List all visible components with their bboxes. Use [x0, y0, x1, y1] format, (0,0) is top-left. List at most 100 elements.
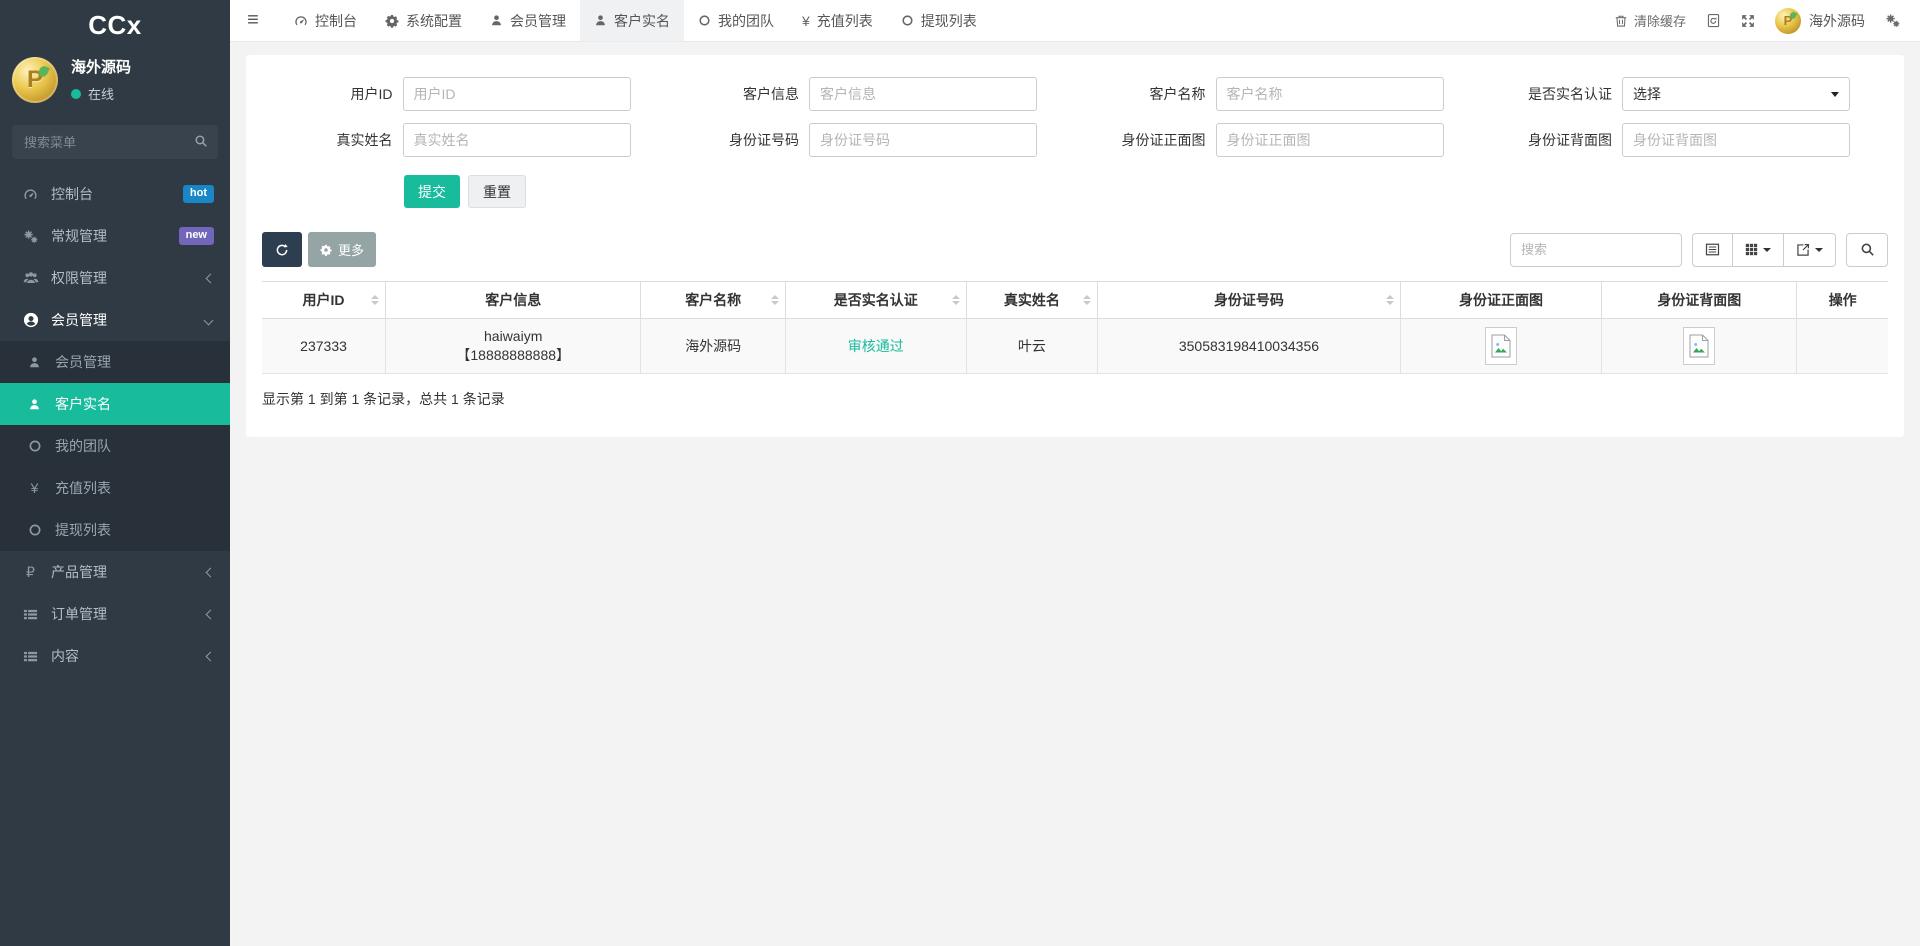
tab-member-management[interactable]: 会员管理 [476, 0, 580, 41]
submit-button[interactable]: 提交 [404, 175, 460, 208]
yen-icon: ¥ [802, 13, 810, 29]
sidebar-item-member-list[interactable]: 会员管理 [0, 341, 230, 383]
more-button[interactable]: 更多 [308, 232, 376, 267]
col-label: 操作 [1829, 292, 1857, 308]
col-real-name[interactable]: 真实姓名 [966, 282, 1098, 319]
data-table: 用户ID 客户信息 客户名称 是否实名认证 真实姓名 身份证号码 身份证正面图 … [262, 281, 1888, 374]
gears-icon [22, 229, 39, 244]
tab-recharge-list[interactable]: ¥ 充值列表 [788, 0, 887, 41]
user-menu[interactable]: 海外源码 [1775, 8, 1865, 34]
tab-label: 客户实名 [614, 11, 670, 31]
field-label: 身份证号码 [669, 130, 810, 150]
sidebar-item-member-management[interactable]: 会员管理 [0, 299, 230, 341]
cell-customer-info: haiwaiym 【18888888888】 [386, 319, 641, 374]
avatar [12, 57, 58, 103]
customer-name-input[interactable] [1216, 77, 1444, 111]
customer-phone: 【18888888888】 [392, 346, 634, 365]
topbar-tabs: 控制台 系统配置 会员管理 客户实名 我的团队 [280, 0, 991, 41]
gauge-icon [22, 187, 39, 202]
col-label: 真实姓名 [1004, 292, 1060, 308]
online-status: 在线 [71, 84, 131, 103]
sidebar-item-label: 产品管理 [51, 562, 107, 582]
grid-icon [1745, 243, 1758, 256]
more-label: 更多 [338, 240, 364, 259]
sidebar-search-input[interactable] [12, 125, 218, 159]
tab-my-team[interactable]: 我的团队 [684, 0, 788, 41]
list-icon [22, 607, 39, 622]
search-icon [1860, 242, 1875, 257]
sidebar-item-permission-management[interactable]: 权限管理 [0, 257, 230, 299]
user-icon [594, 14, 607, 27]
sidebar-item-customer-realname[interactable]: 客户实名 [0, 383, 230, 425]
export-button[interactable] [1784, 233, 1836, 267]
chevron-left-icon [206, 609, 216, 619]
tab-customer-realname[interactable]: 客户实名 [580, 0, 684, 41]
fullscreen-button[interactable] [1741, 14, 1755, 28]
circle-icon [26, 523, 43, 537]
tab-dashboard[interactable]: 控制台 [280, 0, 371, 41]
detail-view-button[interactable] [1692, 233, 1733, 267]
sidebar-item-dashboard[interactable]: 控制台 hot [0, 173, 230, 215]
sidebar-toggle-button[interactable]: ≡ [230, 0, 276, 41]
cell-verify-status: 审核通过 [786, 319, 966, 374]
page-refresh-icon [1706, 13, 1721, 28]
col-realname-verified[interactable]: 是否实名认证 [786, 282, 966, 319]
page-content: 用户ID 客户信息 客户名称 是否实名认证 [230, 42, 1920, 437]
tab-system-config[interactable]: 系统配置 [371, 0, 476, 41]
settings-button[interactable] [1885, 13, 1900, 28]
col-customer-name[interactable]: 客户名称 [641, 282, 786, 319]
field-label: 身份证背面图 [1482, 130, 1623, 150]
columns-button[interactable] [1733, 233, 1784, 267]
gear-icon [320, 244, 332, 256]
table-search-input[interactable] [1510, 233, 1682, 267]
verify-status-link[interactable]: 审核通过 [848, 338, 904, 354]
user-icon [26, 356, 43, 369]
sidebar-item-my-team[interactable]: 我的团队 [0, 425, 230, 467]
cell-id-back-image [1602, 319, 1797, 374]
form-actions: 提交 重置 [404, 175, 1888, 208]
tab-label: 系统配置 [406, 11, 462, 31]
sidebar-item-recharge-list[interactable]: ¥ 充值列表 [0, 467, 230, 509]
col-customer-info: 客户信息 [386, 282, 641, 319]
circle-icon [901, 14, 914, 27]
col-label: 用户ID [303, 292, 345, 308]
customer-account: haiwaiym [392, 327, 634, 346]
field-customer-name: 客户名称 [1075, 77, 1482, 111]
export-icon [1796, 243, 1810, 257]
col-id-number[interactable]: 身份证号码 [1098, 282, 1400, 319]
tab-withdraw-list[interactable]: 提现列表 [887, 0, 991, 41]
clear-cache-button[interactable]: 清除缓存 [1614, 11, 1686, 30]
reset-button[interactable]: 重置 [468, 175, 526, 208]
sidebar-item-order-management[interactable]: 订单管理 [0, 593, 230, 635]
sidebar-item-label: 提现列表 [55, 520, 111, 540]
sidebar-item-content[interactable]: 内容 [0, 635, 230, 677]
id-number-input[interactable] [809, 123, 1037, 157]
sidebar-item-general-management[interactable]: 常规管理 new [0, 215, 230, 257]
sidebar-item-label: 我的团队 [55, 436, 111, 456]
col-actions: 操作 [1797, 282, 1888, 319]
topbar-right: 清除缓存 海外源码 [1614, 0, 1920, 41]
sidebar-search [12, 125, 218, 159]
refresh-page-button[interactable] [1706, 13, 1721, 28]
user-icon [26, 398, 43, 411]
col-user-id[interactable]: 用户ID [262, 282, 386, 319]
refresh-button[interactable] [262, 232, 302, 267]
sidebar-item-withdraw-list[interactable]: 提现列表 [0, 509, 230, 551]
sidebar-item-product-management[interactable]: ₽ 产品管理 [0, 551, 230, 593]
id-back-image-input[interactable] [1622, 123, 1850, 157]
user-id-input[interactable] [403, 77, 631, 111]
table-search-button[interactable] [1846, 233, 1888, 267]
realname-verified-select[interactable]: 选择 [1622, 77, 1850, 111]
cell-user-id: 237333 [262, 319, 386, 374]
chevron-left-icon [206, 651, 216, 661]
field-user-id: 用户ID [262, 77, 669, 111]
id-front-image-input[interactable] [1216, 123, 1444, 157]
real-name-input[interactable] [403, 123, 631, 157]
customer-info-input[interactable] [809, 77, 1037, 111]
sidebar-item-label: 会员管理 [51, 310, 107, 330]
list-icon [22, 649, 39, 664]
sort-icon [371, 295, 379, 305]
id-back-image[interactable] [1683, 327, 1715, 365]
chevron-left-icon [206, 567, 216, 577]
id-front-image[interactable] [1485, 327, 1517, 365]
